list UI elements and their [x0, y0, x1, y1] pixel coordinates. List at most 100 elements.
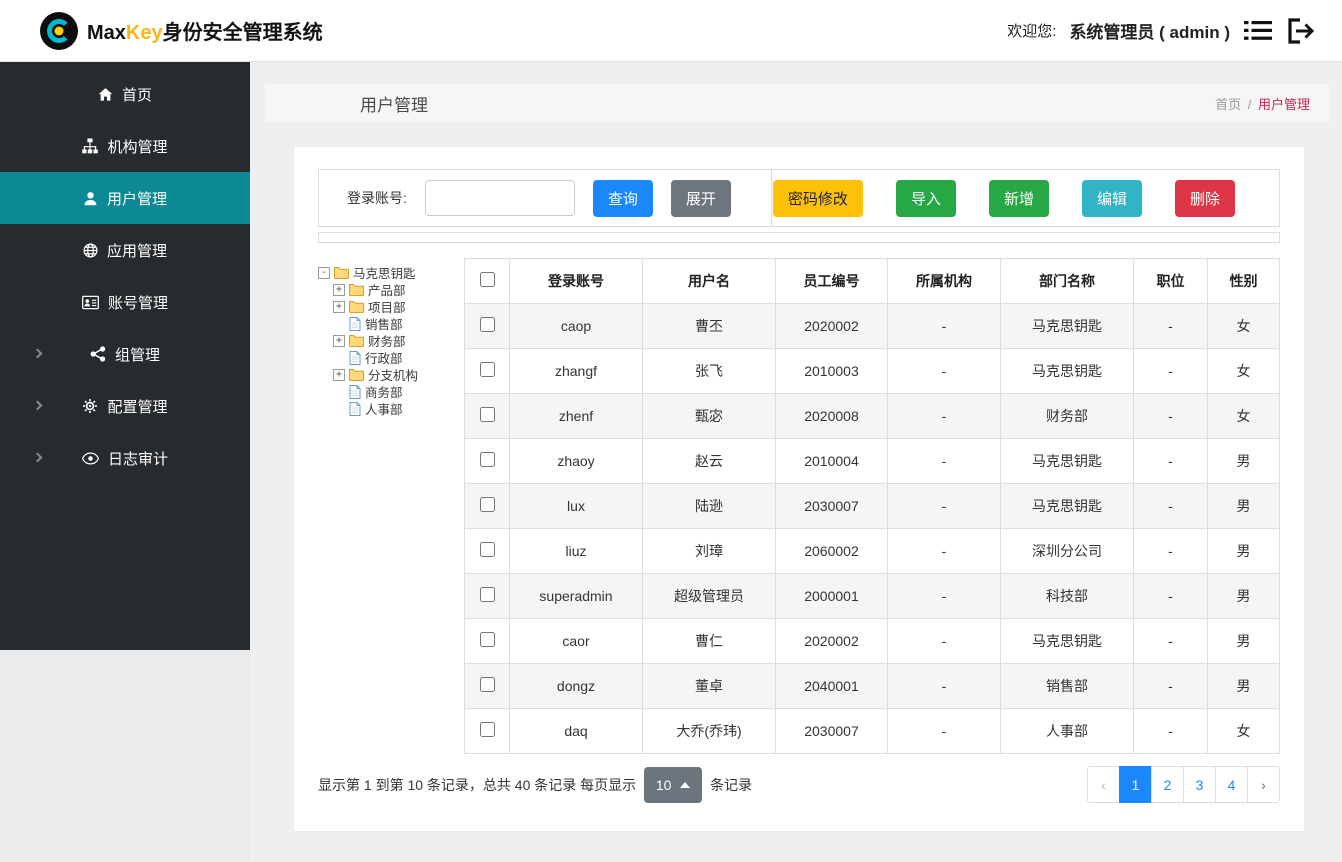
- password-modify-button[interactable]: 密码修改: [772, 179, 863, 217]
- tree-node[interactable]: 人事部: [333, 400, 456, 417]
- pagination-prev[interactable]: ‹: [1087, 766, 1120, 803]
- expand-button[interactable]: 展开: [670, 179, 731, 217]
- row-checkbox[interactable]: [479, 497, 495, 512]
- folder-icon: [349, 368, 364, 381]
- row-checkbox[interactable]: [479, 587, 495, 602]
- table-row[interactable]: caop 曹丕 2020002- 马克思钥匙 - 女: [464, 303, 1280, 349]
- breadcrumb-current[interactable]: 用户管理: [1258, 97, 1310, 112]
- sidebar-menu: 首页 机构管理 用户管理 应用管理 账号管理 组管理 配置管理 日志审计: [0, 62, 250, 650]
- table-row[interactable]: zhaoy 赵云 2010004- 马克思钥匙 - 男: [464, 438, 1280, 484]
- cell: -: [1133, 393, 1208, 439]
- cell: 董卓: [642, 663, 776, 709]
- pagination-page-1[interactable]: 1: [1119, 766, 1152, 803]
- cell: -: [1133, 618, 1208, 664]
- sidebar-item-home[interactable]: 首页: [0, 68, 250, 120]
- cell: -: [887, 438, 1001, 484]
- table-row[interactable]: zhangf 张飞 2010003- 马克思钥匙 - 女: [464, 348, 1280, 394]
- cell: zhaoy: [509, 438, 643, 484]
- table-row[interactable]: lux 陆逊 2030007- 马克思钥匙 - 男: [464, 483, 1280, 529]
- brand-max: Max: [87, 22, 126, 44]
- login-account-input[interactable]: [424, 180, 575, 216]
- row-checkbox[interactable]: [479, 632, 495, 647]
- cell: 女: [1207, 708, 1280, 754]
- checkbox-cell: [464, 708, 510, 754]
- table-row[interactable]: dongz 董卓 2040001- 销售部 - 男: [464, 663, 1280, 709]
- breadcrumb-home[interactable]: 首页: [1215, 97, 1241, 112]
- cell: -: [1133, 483, 1208, 529]
- sidebar-item-user[interactable]: 用户管理: [0, 172, 250, 224]
- add-button[interactable]: 新增: [988, 179, 1049, 217]
- tree-node[interactable]: 销售部: [333, 315, 456, 332]
- tree-node[interactable]: 商务部: [333, 383, 456, 400]
- edit-button[interactable]: 编辑: [1081, 179, 1142, 217]
- collapse-toggle-icon[interactable]: -: [318, 266, 330, 279]
- cell: caor: [509, 618, 643, 664]
- list-menu-icon[interactable]: [1243, 18, 1273, 43]
- cell: 女: [1207, 303, 1280, 349]
- expand-toggle-icon[interactable]: +: [333, 283, 345, 296]
- cell: -: [887, 348, 1001, 394]
- breadcrumb-separator: /: [1247, 96, 1252, 112]
- import-button[interactable]: 导入: [895, 179, 956, 217]
- tree-node[interactable]: 行政部: [333, 349, 456, 366]
- table-row[interactable]: superadmin 超级管理员 2000001- 科技部 - 男: [464, 573, 1280, 619]
- logout-icon[interactable]: [1286, 17, 1316, 45]
- tree-node[interactable]: + 分支机构: [333, 366, 456, 383]
- search-group: 登录账号: 查询 展开: [319, 170, 772, 226]
- pagination-next[interactable]: ›: [1247, 766, 1280, 803]
- cell: 财务部: [1000, 393, 1134, 439]
- table-wrap: 登录账号 用户名 员工编号 所属机构 部门名称 职位 性别 caop 曹丕 2020002- 马克…: [464, 258, 1280, 754]
- checkbox-cell: [464, 528, 510, 574]
- brand: MaxKey身份安全管理系统: [40, 11, 323, 50]
- cell: zhangf: [509, 348, 643, 394]
- cell: 马克思钥匙: [1000, 483, 1134, 529]
- expand-toggle-icon[interactable]: +: [333, 368, 345, 381]
- row-checkbox[interactable]: [479, 317, 495, 332]
- row-checkbox[interactable]: [479, 722, 495, 737]
- row-checkbox[interactable]: [479, 542, 495, 557]
- tree-node[interactable]: + 财务部: [333, 332, 456, 349]
- pagination-page-2[interactable]: 2: [1151, 766, 1184, 803]
- column-header: 部门名称: [1000, 258, 1134, 304]
- cell: 男: [1207, 438, 1280, 484]
- expand-toggle-icon[interactable]: +: [333, 334, 345, 347]
- row-checkbox[interactable]: [479, 407, 495, 422]
- sidebar-item-config[interactable]: 配置管理: [0, 380, 250, 432]
- row-checkbox[interactable]: [479, 452, 495, 467]
- cell: zhenf: [509, 393, 643, 439]
- sidebar-item-group[interactable]: 组管理: [0, 328, 250, 380]
- delete-button[interactable]: 删除: [1174, 179, 1235, 217]
- tree-root[interactable]: - 马克思钥匙: [318, 264, 456, 281]
- cell: 2020002: [775, 618, 888, 664]
- sidebar-item-org[interactable]: 机构管理: [0, 120, 250, 172]
- table-row[interactable]: zhenf 甄宓 2020008- 财务部 - 女: [464, 393, 1280, 439]
- page-size-dropdown[interactable]: 10: [644, 766, 703, 803]
- expand-toggle-icon[interactable]: +: [333, 300, 345, 313]
- cell: 女: [1207, 348, 1280, 394]
- pagination-page-3[interactable]: 3: [1183, 766, 1216, 803]
- table-row[interactable]: liuz 刘璋 2060002- 深圳分公司 - 男: [464, 528, 1280, 574]
- table-row[interactable]: caor 曹仁 2020002- 马克思钥匙 - 男: [464, 618, 1280, 664]
- row-checkbox[interactable]: [479, 362, 495, 377]
- maxkey-logo-icon: [40, 11, 78, 50]
- cell: 男: [1207, 528, 1280, 574]
- group-icon: [90, 346, 106, 362]
- cell: 刘璋: [642, 528, 776, 574]
- cell: 马克思钥匙: [1000, 438, 1134, 484]
- sidebar-item-account[interactable]: 账号管理: [0, 276, 250, 328]
- home-icon: [98, 87, 113, 102]
- query-button[interactable]: 查询: [592, 179, 653, 217]
- table-row[interactable]: daq 大乔(乔玮) 2030007- 人事部 - 女: [464, 708, 1280, 754]
- brand-key: Key: [125, 22, 163, 44]
- cell: 陆逊: [642, 483, 776, 529]
- cell: -: [887, 618, 1001, 664]
- sidebar-item-audit[interactable]: 日志审计: [0, 432, 250, 484]
- select-all-checkbox[interactable]: [479, 272, 495, 287]
- tree-node[interactable]: + 产品部: [333, 281, 456, 298]
- cell: 科技部: [1000, 573, 1134, 619]
- tree-node[interactable]: + 项目部: [333, 298, 456, 315]
- pagination-page-4[interactable]: 4: [1215, 766, 1248, 803]
- row-checkbox[interactable]: [479, 677, 495, 692]
- search-label: 登录账号:: [347, 190, 407, 206]
- sidebar-item-app[interactable]: 应用管理: [0, 224, 250, 276]
